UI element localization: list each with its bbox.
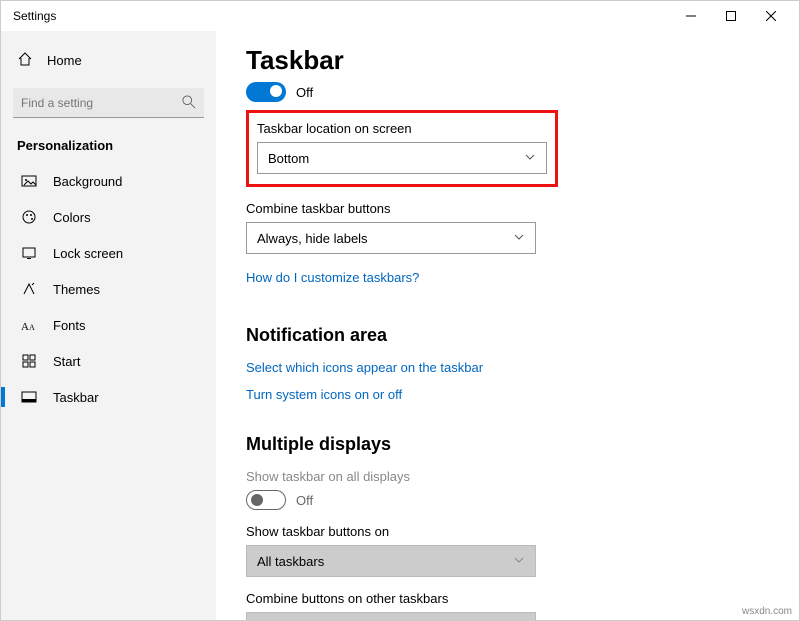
sidebar-item-background[interactable]: Background <box>1 163 216 199</box>
sidebar: Home Personalization Background Colors L <box>1 31 216 620</box>
sidebar-item-label: Taskbar <box>53 390 99 405</box>
close-button[interactable] <box>751 1 791 31</box>
help-link[interactable]: How do I customize taskbars? <box>246 270 419 285</box>
window-body: Home Personalization Background Colors L <box>1 31 799 620</box>
nav-items: Background Colors Lock screen Themes AA … <box>1 163 216 415</box>
notif-link-system[interactable]: Turn system icons on or off <box>246 387 402 402</box>
location-select[interactable]: Bottom <box>257 142 547 174</box>
sidebar-item-lock-screen[interactable]: Lock screen <box>1 235 216 271</box>
combine-value: Always, hide labels <box>257 231 368 246</box>
notification-heading: Notification area <box>246 325 769 346</box>
fonts-icon: AA <box>21 317 37 333</box>
multi-show-label: Show taskbar on all displays <box>246 469 769 484</box>
main-content: Taskbar Off Taskbar location on screen B… <box>216 31 799 620</box>
sidebar-item-fonts[interactable]: AA Fonts <box>1 307 216 343</box>
page-title: Taskbar <box>246 45 769 76</box>
home-icon <box>17 51 33 70</box>
home-label: Home <box>47 53 82 68</box>
sidebar-item-label: Colors <box>53 210 91 225</box>
maximize-button[interactable] <box>711 1 751 31</box>
settings-window: Settings Home Personalization Background <box>0 0 800 621</box>
taskbar-icon <box>21 389 37 405</box>
sidebar-item-start[interactable]: Start <box>1 343 216 379</box>
svg-text:A: A <box>29 323 35 332</box>
minimize-button[interactable] <box>671 1 711 31</box>
chevron-down-icon <box>524 151 536 166</box>
top-toggle[interactable] <box>246 82 286 102</box>
multi-combine-label: Combine buttons on other taskbars <box>246 591 769 606</box>
chevron-down-icon <box>513 231 525 246</box>
home-link[interactable]: Home <box>1 41 216 80</box>
location-value: Bottom <box>268 151 309 166</box>
svg-text:A: A <box>21 321 29 333</box>
multi-combine-select: Always, hide labels <box>246 612 536 620</box>
palette-icon <box>21 209 37 225</box>
search-input[interactable] <box>13 88 204 118</box>
lock-screen-icon <box>21 245 37 261</box>
watermark: wsxdn.com <box>742 606 792 617</box>
window-title: Settings <box>9 9 671 23</box>
category-header: Personalization <box>1 130 216 163</box>
sidebar-item-label: Lock screen <box>53 246 123 261</box>
multi-buttons-value: All taskbars <box>257 554 324 569</box>
sidebar-item-label: Background <box>53 174 122 189</box>
multi-show-toggle[interactable] <box>246 490 286 510</box>
notif-link-icons[interactable]: Select which icons appear on the taskbar <box>246 360 483 375</box>
combine-label: Combine taskbar buttons <box>246 201 769 216</box>
location-label: Taskbar location on screen <box>257 121 547 136</box>
combine-select[interactable]: Always, hide labels <box>246 222 536 254</box>
start-icon <box>21 353 37 369</box>
sidebar-item-label: Themes <box>53 282 100 297</box>
sidebar-item-label: Start <box>53 354 80 369</box>
multi-show-toggle-row: Off <box>246 490 769 510</box>
picture-icon <box>21 173 37 189</box>
sidebar-item-colors[interactable]: Colors <box>1 199 216 235</box>
sidebar-item-label: Fonts <box>53 318 86 333</box>
search-icon <box>182 95 196 112</box>
themes-icon <box>21 281 37 297</box>
sidebar-item-taskbar[interactable]: Taskbar <box>1 379 216 415</box>
multi-show-state: Off <box>296 493 313 508</box>
title-bar: Settings <box>1 1 799 31</box>
highlighted-setting: Taskbar location on screen Bottom <box>246 110 558 187</box>
multi-buttons-select: All taskbars <box>246 545 536 577</box>
top-toggle-row: Off <box>246 82 769 102</box>
chevron-down-icon <box>513 554 525 569</box>
multiple-displays-heading: Multiple displays <box>246 434 769 455</box>
top-toggle-state: Off <box>296 85 313 100</box>
sidebar-item-themes[interactable]: Themes <box>1 271 216 307</box>
multi-buttons-label: Show taskbar buttons on <box>246 524 769 539</box>
search-wrap <box>13 88 204 118</box>
